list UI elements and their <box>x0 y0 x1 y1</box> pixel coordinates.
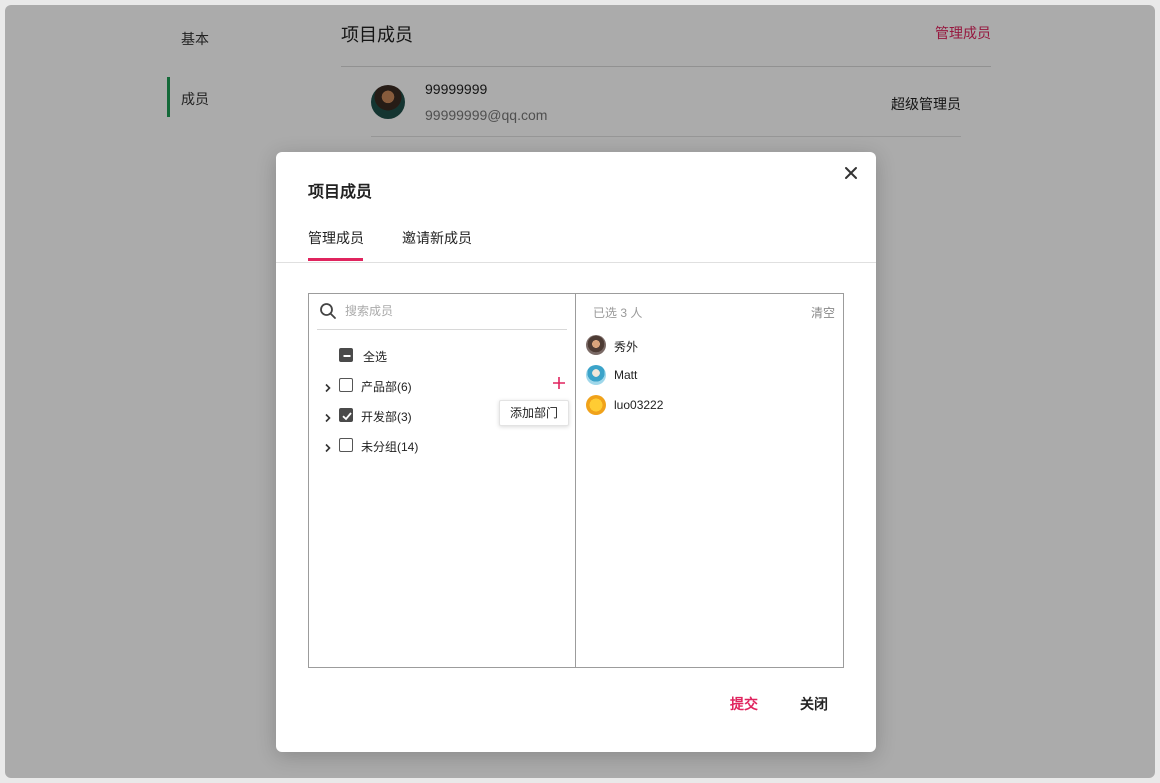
selected-member: luo03222 <box>586 395 836 417</box>
select-all-label: 全选 <box>363 350 388 364</box>
avatar <box>586 395 606 415</box>
department-tree-panel: 全选 产品部(6) <box>309 294 576 667</box>
selected-member-name: Matt <box>614 368 638 382</box>
checkbox-dev[interactable] <box>339 408 353 422</box>
tab-manage-members[interactable]: 管理成员 <box>308 228 364 248</box>
dialog-title: 项目成员 <box>308 184 373 201</box>
selected-member-name: luo03222 <box>614 398 664 412</box>
checkbox-ungrouped[interactable] <box>339 438 353 452</box>
chevron-right-icon[interactable] <box>323 410 333 423</box>
department-label: 开发部(3) <box>361 410 412 424</box>
department-label: 未分组(14) <box>361 440 419 454</box>
select-all-checkbox[interactable] <box>339 348 353 362</box>
add-department-tooltip: 添加部门 <box>499 400 569 426</box>
avatar <box>586 335 606 355</box>
search-input[interactable] <box>345 300 560 322</box>
selected-count: 已选 3 人 <box>593 306 643 320</box>
clear-button[interactable]: 清空 <box>811 304 835 321</box>
chevron-right-icon[interactable] <box>323 380 333 393</box>
project-members-dialog: 项目成员 管理成员 邀请新成员 全选 <box>276 152 876 752</box>
department-label: 产品部(6) <box>361 380 412 394</box>
select-all-row[interactable]: 全选 <box>309 344 574 368</box>
selected-member-name: 秀外 <box>614 340 639 354</box>
tree-item-product[interactable]: 产品部(6) <box>309 374 574 398</box>
app-window: 基本 成员 项目成员 管理成员 99999999 99999999@qq.com… <box>5 5 1155 778</box>
submit-button[interactable]: 提交 <box>730 694 758 714</box>
selected-member: Matt <box>586 365 836 387</box>
add-department-icon[interactable] <box>552 376 566 390</box>
selected-member: 秀外 <box>586 335 836 357</box>
close-icon[interactable] <box>844 166 858 180</box>
search-icon <box>319 302 337 320</box>
close-button[interactable]: 关闭 <box>800 694 828 714</box>
tree-item-ungrouped[interactable]: 未分组(14) <box>309 434 574 458</box>
avatar <box>586 365 606 385</box>
checkbox-product[interactable] <box>339 378 353 392</box>
tabs-divider <box>276 262 876 263</box>
active-tab-indicator <box>308 258 363 261</box>
chevron-right-icon[interactable] <box>323 440 333 453</box>
selected-members-panel: 已选 3 人 清空 秀外 Matt luo03222 <box>576 294 843 667</box>
tab-invite-members[interactable]: 邀请新成员 <box>402 228 472 248</box>
member-picker: 全选 产品部(6) <box>308 293 844 668</box>
search-underline <box>317 329 567 330</box>
